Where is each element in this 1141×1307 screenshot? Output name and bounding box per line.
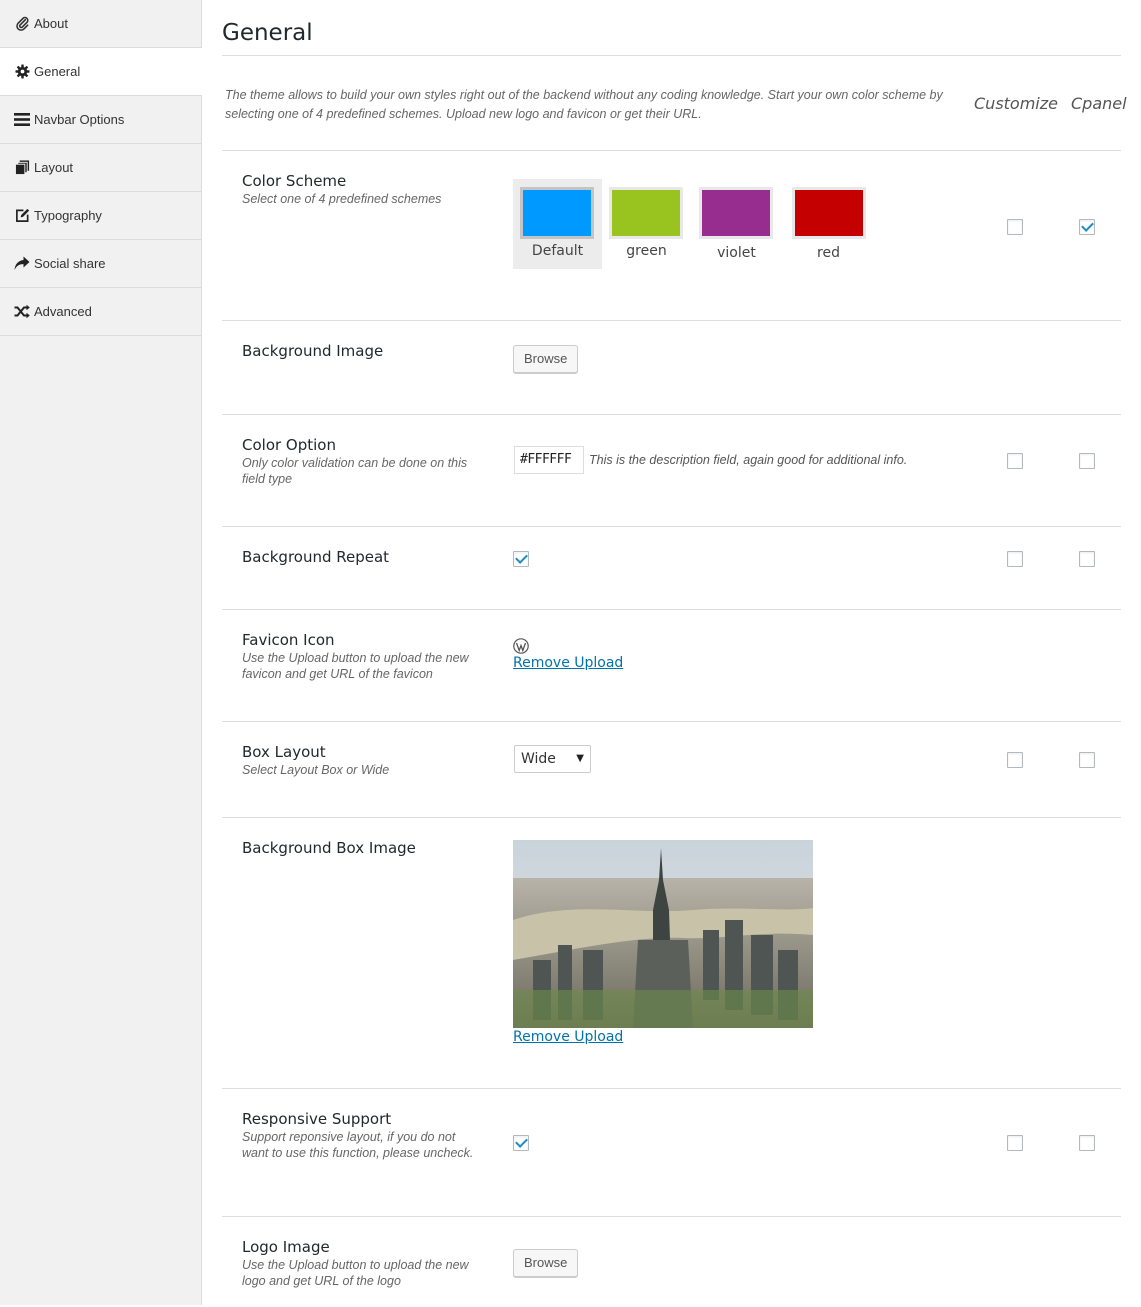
field-label: Responsive Support	[242, 1110, 392, 1128]
background-repeat-checkbox[interactable]	[513, 551, 529, 567]
row-box-layout: Box Layout Select Layout Box or Wide Wid…	[222, 722, 1121, 818]
background-box-image-preview	[513, 840, 813, 1028]
customize-checkbox[interactable]	[1007, 219, 1023, 235]
color-swatch	[609, 187, 683, 239]
field-description: Use the Upload button to upload the new …	[242, 651, 469, 681]
swatch-label: Default	[531, 243, 584, 259]
color-scheme-option-default[interactable]: Default	[513, 179, 602, 269]
bars-icon	[14, 112, 30, 128]
color-swatch	[699, 187, 773, 239]
field-label: Background Box Image	[242, 839, 416, 857]
responsive-support-checkbox[interactable]	[513, 1135, 529, 1151]
row-logo-image: Logo Image Use the Upload button to uplo…	[222, 1217, 1121, 1307]
sidebar-item-layout[interactable]: Layout	[0, 144, 201, 192]
row-color-scheme: Color Scheme Select one of 4 predefined …	[222, 151, 1121, 321]
field-label: Color Option	[242, 436, 336, 454]
customize-checkbox[interactable]	[1007, 752, 1023, 768]
dropdown-arrow-icon: ▼	[576, 753, 584, 764]
cpanel-checkbox[interactable]	[1079, 551, 1095, 567]
field-label: Color Scheme	[242, 172, 347, 190]
shuffle-icon	[14, 304, 30, 320]
box-layout-select[interactable]: Wide ▼	[514, 745, 591, 773]
remove-upload-link[interactable]: Remove Upload	[513, 655, 623, 671]
swatch-label: red	[817, 245, 840, 261]
cpanel-checkbox[interactable]	[1079, 219, 1095, 235]
field-description: Use the Upload button to upload the new …	[242, 1258, 469, 1288]
field-description: Select one of 4 predefined schemes	[242, 192, 442, 206]
sidebar: About General Navbar Options Layout Typo…	[0, 0, 202, 1305]
color-scheme-option-red[interactable]: red	[784, 179, 873, 269]
intro-section: The theme allows to build your own style…	[222, 56, 1127, 151]
sidebar-item-label: Typography	[34, 208, 102, 223]
field-description: Support reponsive layout, if you do not …	[242, 1130, 474, 1160]
cpanel-checkbox[interactable]	[1079, 1135, 1095, 1151]
customize-checkbox[interactable]	[1007, 1135, 1023, 1151]
sidebar-item-label: Advanced	[34, 304, 92, 319]
sidebar-item-label: General	[34, 64, 81, 79]
row-favicon: Favicon Icon Use the Upload button to up…	[222, 610, 1121, 722]
edit-icon	[14, 208, 30, 224]
sidebar-item-label: Navbar Options	[34, 112, 125, 127]
sidebar-item-label: About	[34, 16, 68, 31]
row-responsive-support: Responsive Support Support reponsive lay…	[222, 1089, 1121, 1217]
paperclip-icon	[14, 16, 30, 32]
sidebar-item-typography[interactable]: Typography	[0, 192, 201, 240]
customize-checkbox[interactable]	[1007, 551, 1023, 567]
cpanel-checkbox[interactable]	[1079, 453, 1095, 469]
remove-upload-link[interactable]: Remove Upload	[513, 1029, 623, 1045]
main-content: General The theme allows to build your o…	[222, 0, 1127, 1307]
field-label: Logo Image	[242, 1238, 330, 1256]
files-icon	[14, 160, 30, 176]
customize-checkbox[interactable]	[1007, 453, 1023, 469]
field-label: Favicon Icon	[242, 631, 335, 649]
select-value: Wide	[521, 751, 556, 767]
intro-text: The theme allows to build your own style…	[225, 88, 943, 121]
row-background-box-image: Background Box Image Remove Upload	[222, 818, 1121, 1089]
field-label: Background Repeat	[242, 548, 390, 566]
sidebar-item-label: Social share	[34, 256, 106, 271]
browse-button[interactable]: Browse	[513, 1249, 579, 1277]
swatch-label: green	[626, 243, 667, 259]
row-background-repeat: Background Repeat	[222, 527, 1121, 610]
sidebar-item-about[interactable]: About	[0, 0, 201, 48]
cpanel-checkbox[interactable]	[1079, 752, 1095, 768]
color-hex-input[interactable]: #FFFFFF	[514, 446, 584, 474]
row-background-image: Background Image Browse	[222, 321, 1121, 415]
sidebar-item-advanced[interactable]: Advanced	[0, 288, 201, 336]
sidebar-item-navbar-options[interactable]: Navbar Options	[0, 96, 201, 144]
share-icon	[14, 256, 30, 272]
gear-icon	[14, 64, 30, 80]
field-inline-description: This is the description field, again goo…	[589, 453, 908, 467]
color-swatch	[520, 187, 594, 239]
color-scheme-option-violet[interactable]: violet	[692, 179, 781, 269]
swatch-label: violet	[717, 245, 756, 261]
field-label: Background Image	[242, 342, 384, 360]
page-title: General	[222, 0, 1121, 56]
field-description: Only color validation can be done on thi…	[242, 456, 468, 486]
column-header-cpanel: Cpanel	[1071, 94, 1127, 113]
sidebar-item-general[interactable]: General	[0, 48, 202, 96]
sidebar-item-label: Layout	[34, 160, 74, 175]
field-description: Select Layout Box or Wide	[242, 763, 390, 777]
row-color-option: Color Option Only color validation can b…	[222, 415, 1121, 527]
color-swatch	[792, 187, 866, 239]
column-header-customize: Customize	[974, 94, 1058, 113]
field-label: Box Layout	[242, 743, 326, 761]
color-scheme-option-green[interactable]: green	[602, 179, 691, 269]
browse-button[interactable]: Browse	[513, 345, 579, 373]
sidebar-item-social-share[interactable]: Social share	[0, 240, 201, 288]
